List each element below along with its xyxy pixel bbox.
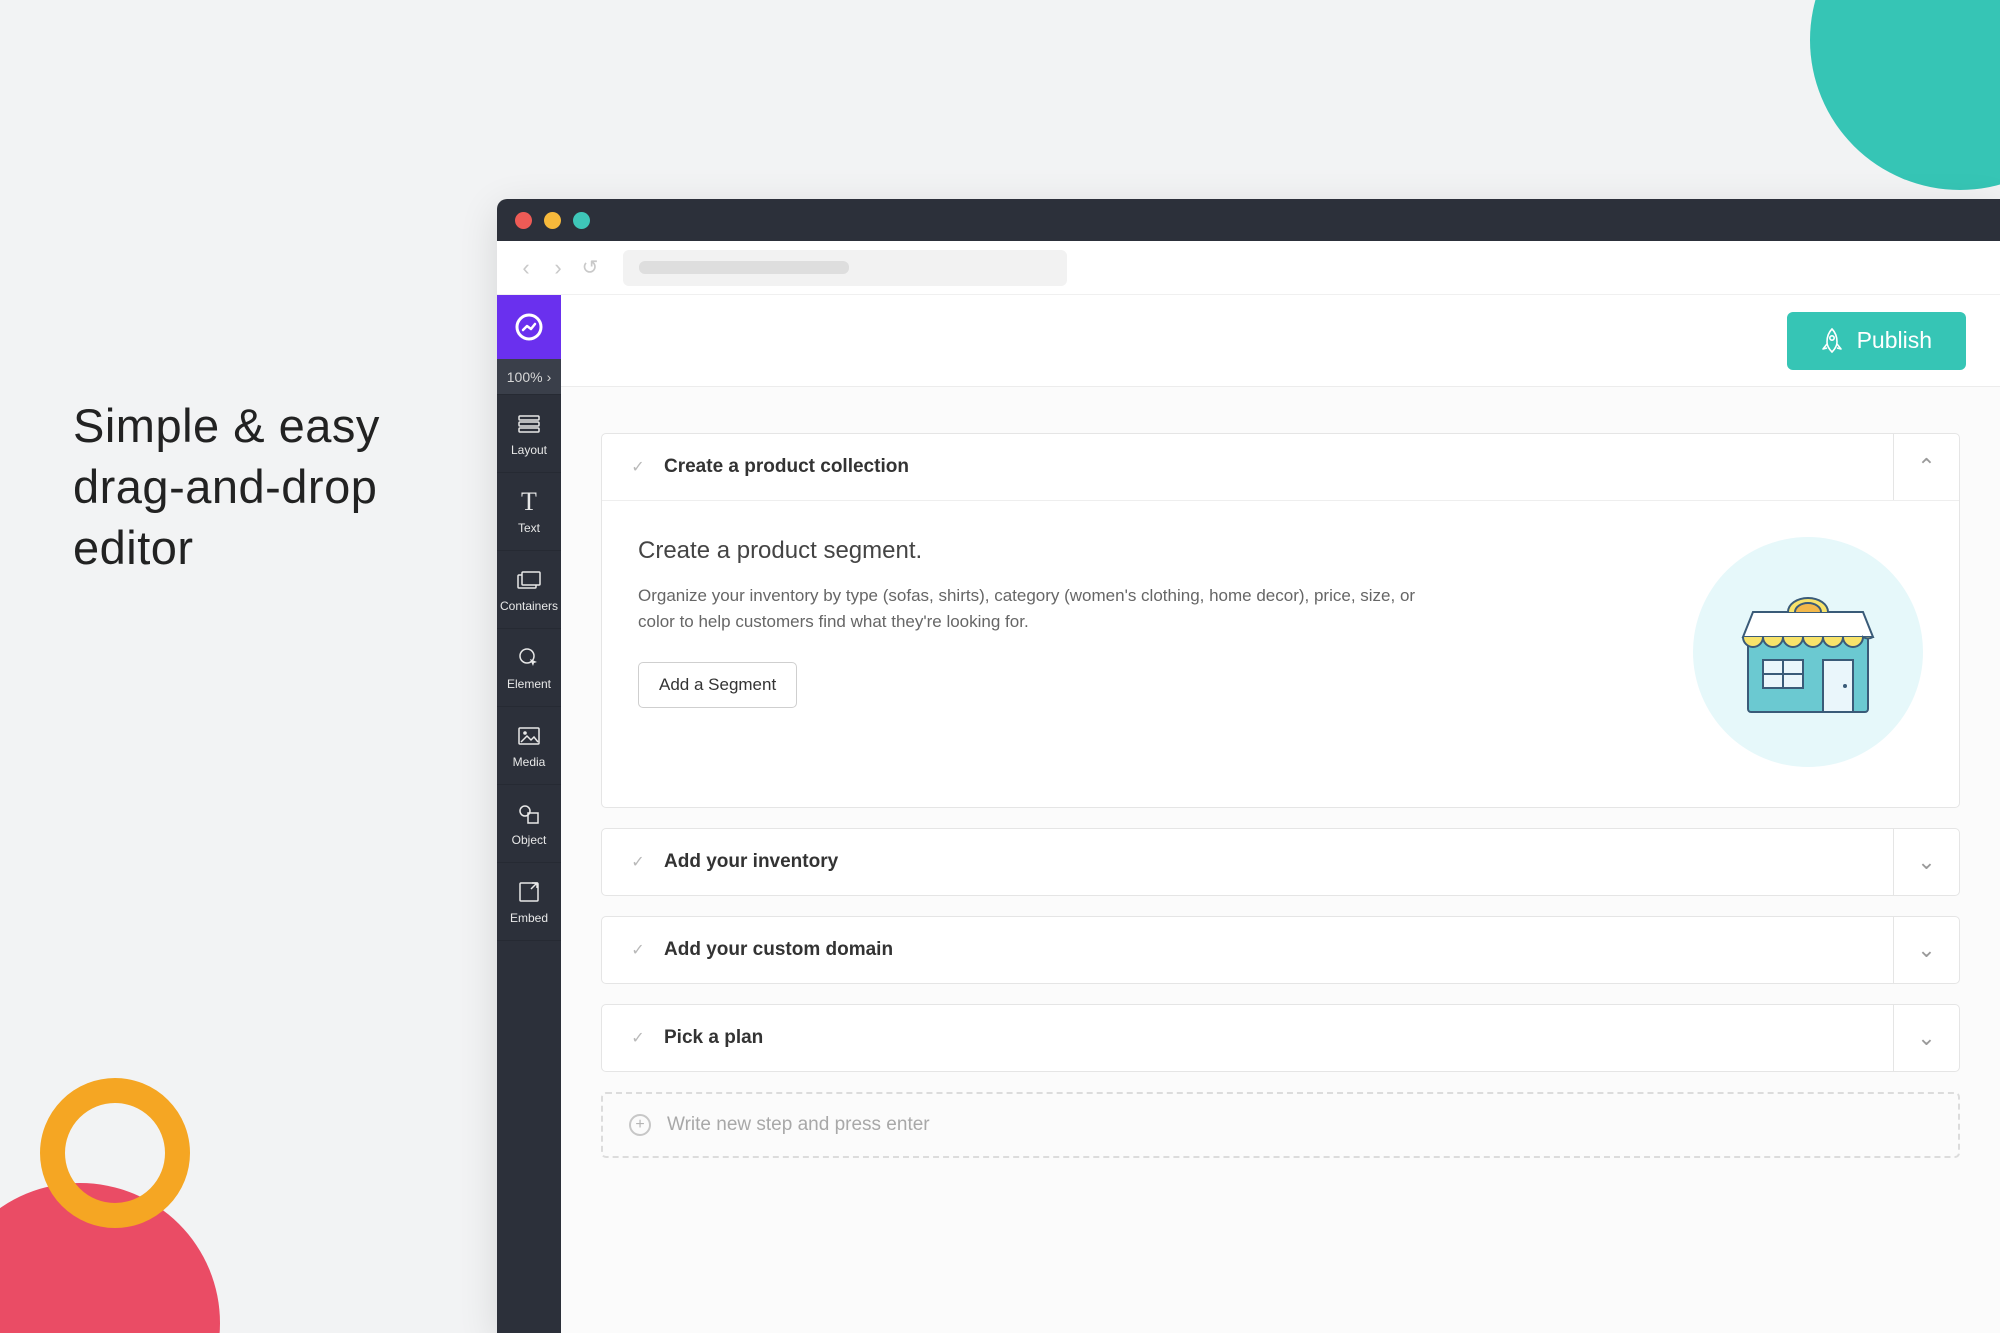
address-placeholder [639, 261, 849, 274]
sidebar-item-label: Element [507, 677, 551, 691]
accordion-item: ✓ Pick a plan ⌄ [601, 1004, 1960, 1072]
sidebar-tool-object[interactable]: Object [497, 785, 561, 863]
object-icon [518, 801, 540, 827]
embed-icon [519, 879, 539, 905]
decorative-circle-teal [1810, 0, 2000, 190]
accordion-title: Add your inventory [664, 851, 838, 873]
expand-toggle[interactable]: ⌄ [1893, 917, 1959, 983]
accordion-title: Pick a plan [664, 1027, 763, 1049]
segment-description: Organize your inventory by type (sofas, … [638, 583, 1418, 634]
rocket-icon [1821, 328, 1843, 354]
publish-label: Publish [1857, 327, 1932, 354]
window-titlebar [497, 199, 2000, 241]
sidebar-item-label: Text [518, 521, 540, 535]
sidebar-tool-layout[interactable]: Layout [497, 395, 561, 473]
expand-toggle[interactable]: ⌄ [1893, 829, 1959, 895]
chevron-down-icon: ⌄ [1917, 1025, 1935, 1051]
storefront-illustration [1693, 537, 1923, 767]
sidebar-item-label: Layout [511, 443, 547, 457]
logo-icon [514, 312, 544, 342]
minimize-dot[interactable] [544, 212, 561, 229]
media-icon [518, 723, 540, 749]
reload-button[interactable]: ↺ [579, 255, 601, 280]
decorative-ring-yellow [40, 1078, 190, 1228]
accordion-item-expanded: ✓ Create a product collection ⌃ Create a… [601, 433, 1960, 808]
sidebar-tool-embed[interactable]: Embed [497, 863, 561, 941]
layout-icon [518, 411, 540, 437]
accordion-header[interactable]: ✓ Create a product collection ⌃ [602, 434, 1959, 500]
close-dot[interactable] [515, 212, 532, 229]
sidebar-tool-containers[interactable]: Containers [497, 551, 561, 629]
forward-button[interactable]: › [547, 257, 569, 279]
element-icon [518, 645, 540, 671]
app-window: ‹ › ↺ 100% › Layout [497, 199, 2000, 1333]
expand-toggle[interactable]: ⌄ [1893, 1005, 1959, 1071]
text-icon: T [521, 489, 537, 515]
store-icon [1733, 582, 1883, 722]
accordion-title: Create a product collection [664, 456, 909, 478]
accordion-item: ✓ Add your custom domain ⌄ [601, 916, 1960, 984]
accordion-body: Create a product segment. Organize your … [602, 500, 1959, 807]
segment-heading: Create a product segment. [638, 537, 1663, 565]
plus-circle-icon: + [629, 1114, 651, 1136]
top-strip: Publish [561, 295, 2000, 387]
address-bar[interactable] [623, 250, 1067, 286]
chevron-down-icon: ⌄ [1917, 937, 1935, 963]
sidebar-item-label: Media [513, 755, 546, 769]
sidebar-item-label: Containers [500, 599, 558, 613]
sidebar: 100% › Layout T Text Containers [497, 295, 561, 1333]
sidebar-tool-element[interactable]: Element [497, 629, 561, 707]
sidebar-item-label: Embed [510, 911, 548, 925]
containers-icon [517, 567, 541, 593]
check-icon: ✓ [628, 940, 648, 960]
canvas-area: Publish ✓ Create a product collection ⌃ [561, 295, 2000, 1333]
check-icon: ✓ [628, 1028, 648, 1048]
accordion-header[interactable]: ✓ Add your custom domain ⌄ [602, 917, 1959, 983]
add-segment-button[interactable]: Add a Segment [638, 662, 797, 708]
check-icon: ✓ [628, 457, 648, 477]
accordion-title: Add your custom domain [664, 939, 893, 961]
publish-button[interactable]: Publish [1787, 312, 1966, 370]
zoom-dot[interactable] [573, 212, 590, 229]
accordion-header[interactable]: ✓ Pick a plan ⌄ [602, 1005, 1959, 1071]
back-button[interactable]: ‹ [515, 257, 537, 279]
check-icon: ✓ [628, 852, 648, 872]
accordion-header[interactable]: ✓ Add your inventory ⌄ [602, 829, 1959, 895]
chevron-up-icon: ⌃ [1917, 454, 1935, 480]
chevron-down-icon: ⌄ [1917, 849, 1935, 875]
new-step-input[interactable]: + Write new step and press enter [601, 1092, 1960, 1158]
app-logo[interactable] [497, 295, 561, 359]
sidebar-tool-text[interactable]: T Text [497, 473, 561, 551]
zoom-value: 100% [507, 369, 543, 385]
new-step-placeholder: Write new step and press enter [667, 1114, 930, 1136]
accordion-item: ✓ Add your inventory ⌄ [601, 828, 1960, 896]
browser-toolbar: ‹ › ↺ [497, 241, 2000, 295]
marketing-headline: Simple & easydrag-and-dropeditor [73, 395, 380, 578]
zoom-control[interactable]: 100% › [497, 359, 561, 395]
sidebar-tool-media[interactable]: Media [497, 707, 561, 785]
sidebar-item-label: Object [512, 833, 547, 847]
collapse-toggle[interactable]: ⌃ [1893, 434, 1959, 500]
chevron-right-icon: › [547, 369, 552, 385]
